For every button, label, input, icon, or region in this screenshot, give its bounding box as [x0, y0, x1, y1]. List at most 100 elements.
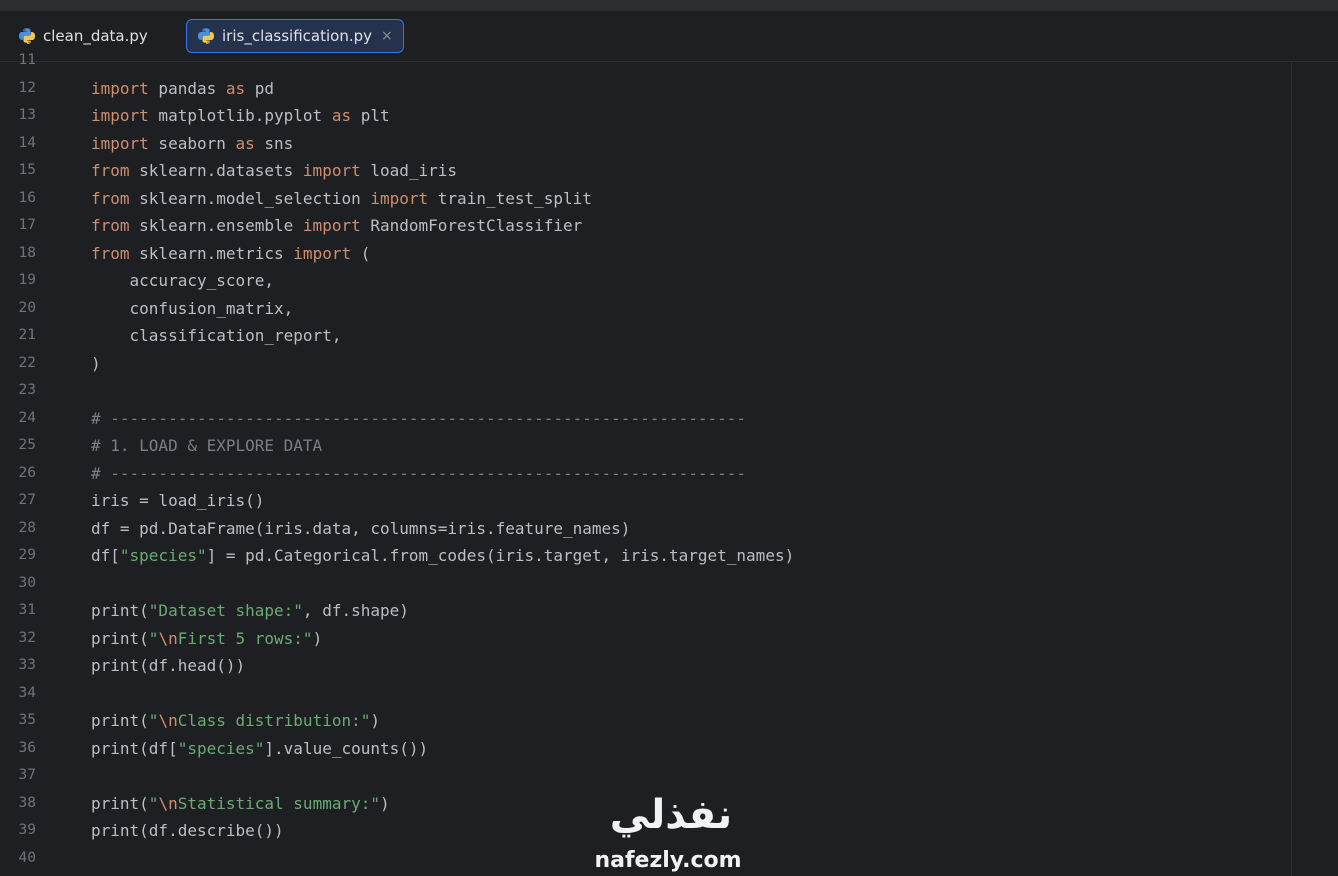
code-text: # 1. LOAD & EXPLORE DATA	[91, 432, 322, 460]
code-line: 19 accuracy_score,	[0, 267, 1290, 295]
code-line: 20 confusion_matrix,	[0, 295, 1290, 323]
python-icon	[19, 28, 35, 44]
line-number: 18	[18, 244, 36, 261]
code-token: # --------------------------------------…	[91, 408, 747, 428]
code-token: from	[91, 188, 130, 208]
code-token: import	[302, 216, 361, 235]
code-token: as	[225, 78, 246, 98]
code-line: 16 from sklearn.model_selection import tr…	[0, 185, 1290, 213]
line-number: 38	[18, 794, 36, 811]
watermark-arabic: نفذلي	[609, 792, 733, 838]
code-token: as	[331, 106, 352, 125]
code-text: print(df["species"].value_counts())	[91, 735, 428, 763]
code-token: import	[302, 161, 361, 180]
code-token: sns	[254, 133, 294, 153]
code-text: print("\nFirst 5 rows:")	[91, 625, 322, 653]
code-token: \n	[158, 793, 178, 813]
code-line: 29 df["species"] = pd.Categorical.from_co…	[0, 542, 1290, 570]
code-editor[interactable]: 11 12 import pandas as pd 13 import matplotl…	[0, 52, 1338, 876]
line-number: 20	[18, 299, 36, 316]
code-line: 32 print("\nFirst 5 rows:")	[0, 625, 1290, 653]
code-text: df["species"] = pd.Categorical.from_code…	[91, 542, 794, 570]
line-number: 14	[18, 134, 36, 151]
code-lines: 11 12 import pandas as pd 13 import matplotl…	[0, 47, 1290, 872]
code-token: import	[91, 133, 149, 153]
code-token: import	[370, 188, 429, 208]
line-number: 35	[18, 712, 36, 728]
code-token: ].value_counts())	[264, 738, 429, 758]
line-number: 28	[18, 519, 36, 536]
code-token: plt	[351, 106, 390, 125]
code-token: seaborn	[148, 133, 236, 153]
line-number: 16	[18, 189, 36, 206]
code-line: 33 print(df.head())	[0, 652, 1290, 680]
code-line: 22)	[0, 350, 1290, 378]
code-text: from sklearn.metrics import (	[91, 240, 370, 268]
line-number: 31	[18, 602, 36, 618]
code-token: df[	[91, 546, 120, 565]
code-line: 34	[0, 680, 1290, 708]
code-line: 37	[0, 762, 1290, 790]
code-line: 23	[0, 377, 1290, 405]
close-icon[interactable]: ×	[381, 28, 393, 44]
code-line: 15 from sklearn.datasets import load_iris	[0, 157, 1290, 185]
code-token: matplotlib.pyplot	[148, 106, 332, 125]
code-token: "Dataset shape:"	[148, 601, 303, 620]
code-line: 25 # 1. LOAD & EXPLORE DATA	[0, 432, 1290, 460]
code-token: \n	[158, 711, 178, 730]
code-line: 13 import matplotlib.pyplot as plt	[0, 102, 1290, 130]
line-number: 36	[18, 739, 36, 756]
code-text: classification_report,	[91, 322, 342, 350]
line-number: 30	[18, 574, 36, 591]
line-number: 21	[18, 327, 36, 343]
code-line: 24 # ------------------------------------…	[0, 405, 1290, 433]
code-token: import	[91, 78, 149, 98]
python-icon	[198, 28, 214, 44]
code-line: 31 print("Dataset shape:", df.shape)	[0, 597, 1290, 625]
code-token: RandomForestClassifier	[360, 216, 583, 235]
code-token: df = pd.DataFrame(iris.data, columns=iri…	[91, 518, 631, 538]
code-token: sklearn.ensemble	[129, 216, 303, 235]
code-text: print("\nStatistical summary:")	[91, 790, 390, 818]
code-text: import seaborn as sns	[91, 130, 293, 158]
line-number: 26	[18, 464, 36, 481]
code-text: iris = load_iris()	[91, 487, 264, 515]
code-token: "	[148, 793, 159, 813]
code-token: import	[293, 243, 352, 263]
code-text: import matplotlib.pyplot as plt	[91, 102, 390, 130]
line-number: 13	[18, 107, 36, 123]
line-number: 32	[18, 629, 36, 646]
line-number: 27	[18, 492, 36, 508]
title-strip	[0, 0, 1338, 11]
code-token: pd	[245, 78, 275, 98]
code-token: load_iris	[360, 161, 458, 180]
code-token: from	[91, 161, 130, 180]
line-number: 37	[18, 767, 36, 783]
code-text: import pandas as pd	[91, 75, 274, 103]
line-number: 22	[18, 354, 36, 371]
code-token: confusion_matrix,	[91, 298, 294, 318]
code-token: classification_report,	[91, 326, 342, 345]
tab-label: clean_data.py	[43, 27, 148, 45]
code-text: print(df.head())	[91, 652, 245, 680]
code-line: 28 df = pd.DataFrame(iris.data, columns=i…	[0, 515, 1290, 543]
code-token: from	[91, 243, 130, 263]
line-number: 12	[18, 79, 36, 96]
code-token: "	[148, 628, 159, 648]
code-token: accuracy_score,	[91, 271, 275, 290]
ide-window: clean_data.py iris_classification.py × 1…	[0, 0, 1338, 876]
code-token: sklearn.datasets	[129, 161, 303, 180]
code-token: )	[370, 711, 380, 730]
code-token: \n	[158, 628, 178, 648]
code-text: # --------------------------------------…	[91, 460, 746, 488]
code-text: accuracy_score,	[91, 267, 275, 295]
code-token: )	[380, 793, 390, 813]
code-token: from	[91, 216, 130, 235]
code-line: 27 iris = load_iris()	[0, 487, 1290, 515]
tab-label: iris_classification.py	[222, 27, 373, 45]
code-token: sklearn.model_selection	[129, 188, 371, 208]
code-line: 14 import seaborn as sns	[0, 130, 1290, 158]
code-token: print(	[91, 711, 149, 730]
code-line: 26 # ------------------------------------…	[0, 460, 1290, 488]
code-token: import	[91, 106, 149, 125]
